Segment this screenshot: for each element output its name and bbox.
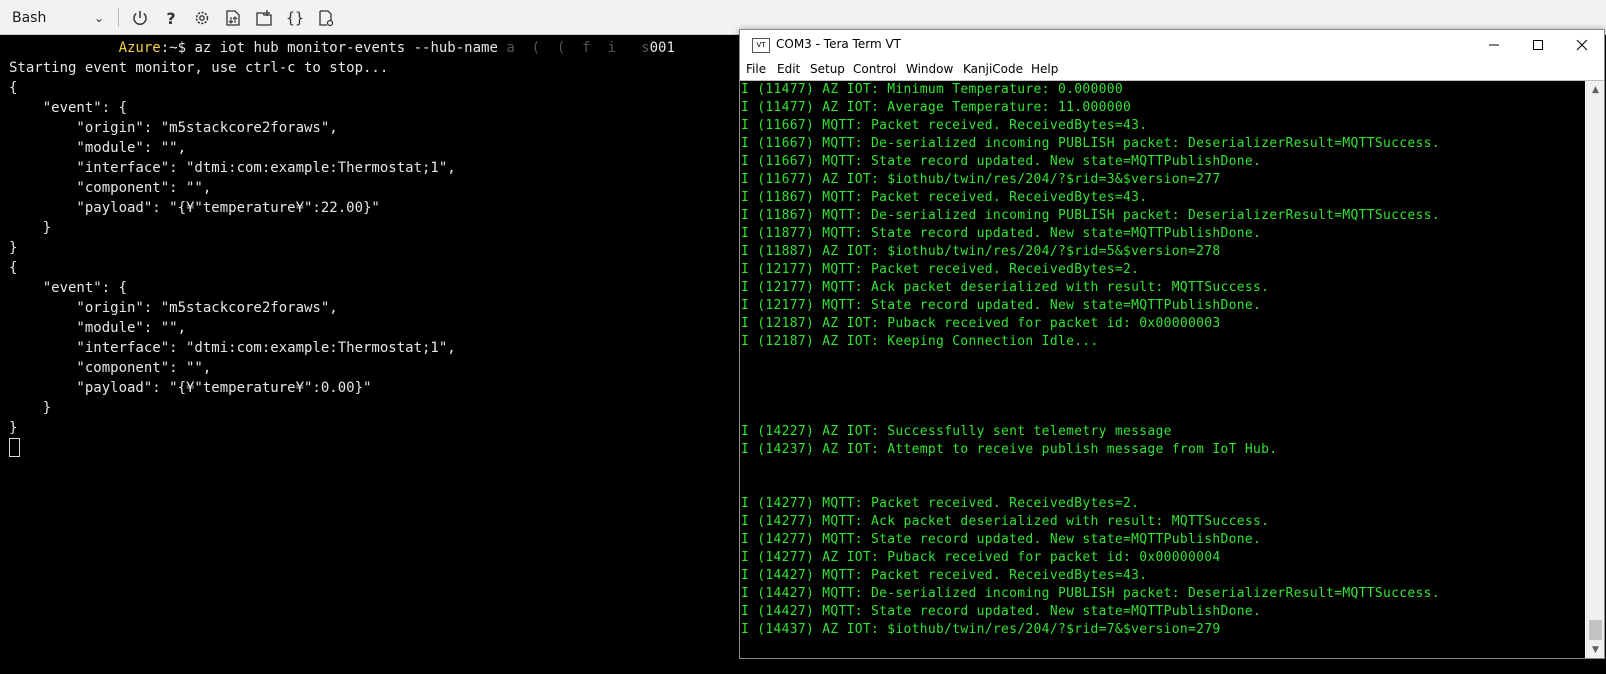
close-button[interactable] (1560, 30, 1604, 60)
teraterm-screen[interactable]: I (11477) AZ IOT: Minimum Temperature: 0… (740, 81, 1585, 658)
terminal-line: "payload": "{¥"temperature¥":0.00}" (9, 380, 372, 396)
log-line: I (11477) AZ IOT: Minimum Temperature: 0… (741, 82, 1123, 97)
log-line: I (14227) AZ IOT: Successfully sent tele… (741, 424, 1172, 439)
terminal-line: "origin": "m5stackcore2foraws", (9, 300, 338, 316)
command-text: :~$ az iot hub monitor-events --hub-name (160, 40, 507, 56)
log-line: I (14277) MQTT: State record updated. Ne… (741, 532, 1262, 547)
log-line: I (12177) MQTT: Packet received. Receive… (741, 262, 1140, 277)
window-title: COM3 - Tera Term VT (776, 37, 901, 51)
maximize-button[interactable] (1516, 30, 1560, 60)
shell-type-label: Bash (12, 9, 47, 26)
settings-icon[interactable] (190, 6, 214, 30)
terminal-line: "module": "", (9, 140, 187, 156)
terminal-line: "component": "", (9, 180, 212, 196)
terminal-line: } (9, 420, 18, 436)
log-line: I (14437) AZ IOT: $iothub/twin/res/204/?… (741, 622, 1221, 637)
power-icon[interactable] (128, 6, 152, 30)
log-line: I (14427) MQTT: Packet received. Receive… (741, 568, 1148, 583)
teraterm-window[interactable]: VT COM3 - Tera Term VT File Edit Setup C… (739, 29, 1605, 659)
log-line: I (11677) AZ IOT: $iothub/twin/res/204/?… (741, 172, 1221, 187)
log-line: I (14237) AZ IOT: Attempt to receive pub… (741, 442, 1278, 457)
log-line: I (14277) MQTT: Ack packet deserialized … (741, 514, 1270, 529)
log-line: I (12187) AZ IOT: Puback received for pa… (741, 316, 1221, 331)
shell-type-select[interactable]: Bash ⌄ (4, 5, 110, 30)
log-line: I (12177) MQTT: Ack packet deserialized … (741, 280, 1270, 295)
terminal-line: "module": "", (9, 320, 187, 336)
editor-braces-icon[interactable]: {} (283, 6, 307, 30)
open-new-session-icon[interactable] (252, 6, 276, 30)
toolbar-divider (118, 8, 119, 27)
menu-help[interactable]: Help (1031, 62, 1058, 76)
terminal-line: "interface": "dtmi:com:example:Thermosta… (9, 340, 456, 356)
menu-edit[interactable]: Edit (777, 62, 800, 76)
menu-file[interactable]: File (746, 62, 766, 76)
prompt-user: Azure (118, 40, 161, 56)
log-line: I (12177) MQTT: State record updated. Ne… (741, 298, 1262, 313)
help-icon[interactable]: ? (159, 6, 183, 30)
log-line: I (11887) AZ IOT: $iothub/twin/res/204/?… (741, 244, 1221, 259)
log-line: I (14277) MQTT: Packet received. Receive… (741, 496, 1140, 511)
menu-control[interactable]: Control (853, 62, 896, 76)
scroll-down-icon[interactable]: ▼ (1587, 641, 1604, 658)
teraterm-menubar: File Edit Setup Control Window KanjiCode… (740, 60, 1604, 81)
log-line: I (11667) MQTT: Packet received. Receive… (741, 118, 1148, 133)
teraterm-logo-icon: VT (752, 38, 770, 53)
terminal-line: "origin": "m5stackcore2foraws", (9, 120, 338, 136)
log-line: I (11667) MQTT: State record updated. Ne… (741, 154, 1262, 169)
menu-setup[interactable]: Setup (810, 62, 845, 76)
cursor-line (9, 438, 675, 458)
log-line: I (12187) AZ IOT: Keeping Connection Idl… (741, 334, 1099, 349)
vertical-scrollbar[interactable]: ▲ ▼ (1586, 81, 1604, 658)
menu-kanjicode[interactable]: KanjiCode (963, 62, 1023, 76)
log-line: I (11867) MQTT: De-serialized incoming P… (741, 208, 1440, 223)
hub-name-suffix: 001 (649, 40, 675, 56)
terminal-line: } (9, 220, 52, 236)
log-line: I (11667) MQTT: De-serialized incoming P… (741, 136, 1440, 151)
scrollbar-thumb[interactable] (1589, 620, 1602, 640)
terminal-line: Starting event monitor, use ctrl-c to st… (9, 60, 389, 76)
log-line: I (11867) MQTT: Packet received. Receive… (741, 190, 1148, 205)
terminal-line: "payload": "{¥"temperature¥":22.00}" (9, 200, 380, 216)
prompt-line: Azure:~$ az iot hub monitor-events --hub… (9, 38, 675, 58)
log-line: I (14427) MQTT: State record updated. Ne… (741, 604, 1262, 619)
minimize-button[interactable] (1472, 30, 1516, 60)
teraterm-output: I (11477) AZ IOT: Minimum Temperature: 0… (741, 81, 1440, 639)
terminal-line: "event": { (9, 100, 128, 116)
log-line: I (11477) AZ IOT: Average Temperature: 1… (741, 100, 1132, 115)
terminal-line: } (9, 240, 18, 256)
terminal-line: "interface": "dtmi:com:example:Thermosta… (9, 160, 456, 176)
log-line: I (11877) MQTT: State record updated. Ne… (741, 226, 1262, 241)
terminal-line: } (9, 400, 52, 416)
upload-download-icon[interactable] (221, 6, 245, 30)
terminal-line: "component": "", (9, 360, 212, 376)
web-preview-icon[interactable] (314, 6, 338, 30)
scroll-up-icon[interactable]: ▲ (1587, 81, 1604, 98)
log-line: I (14427) MQTT: De-serialized incoming P… (741, 586, 1440, 601)
menu-window[interactable]: Window (906, 62, 953, 76)
terminal-line: { (9, 260, 18, 276)
terminal-line: "event": { (9, 280, 128, 296)
chevron-down-icon: ⌄ (93, 10, 104, 25)
bash-output: Azure:~$ az iot hub monitor-events --hub… (9, 38, 675, 458)
terminal-cursor (9, 438, 20, 457)
redacted-hub-name: a ( ( f i s (506, 40, 650, 56)
log-line: I (14277) AZ IOT: Puback received for pa… (741, 550, 1221, 565)
teraterm-titlebar[interactable]: VT COM3 - Tera Term VT (740, 30, 1604, 60)
terminal-line: { (9, 80, 18, 96)
